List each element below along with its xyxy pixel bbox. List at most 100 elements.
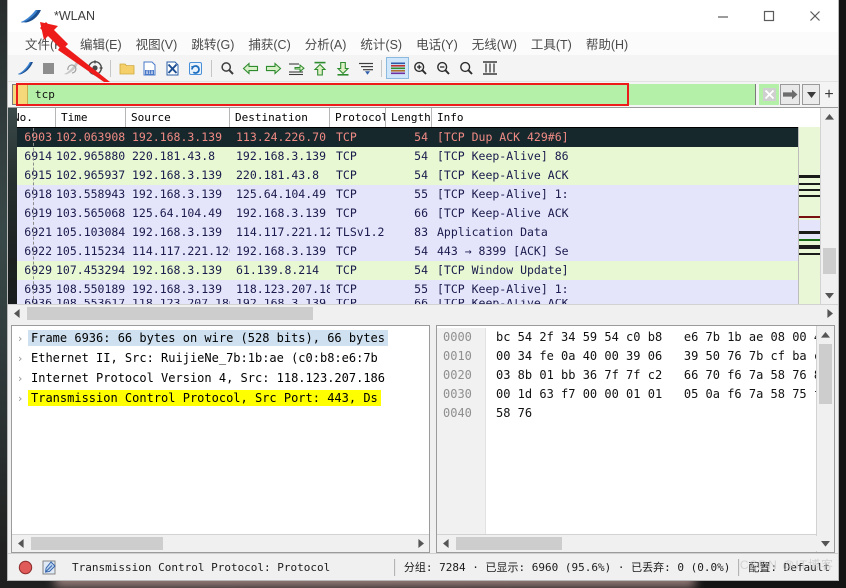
packet-details-pane[interactable]: ›Frame 6936: 66 bytes on wire (528 bits)… [11,325,430,553]
scroll-right-arrow[interactable] [412,535,429,552]
capture-file-comment-icon[interactable] [38,556,60,578]
packet-row[interactable]: 6915102.965937192.168.3.139220.181.43.8T… [8,166,838,185]
menu-capture[interactable]: 捕获(C) [241,34,297,53]
column-header-length[interactable]: Length [386,108,432,127]
maximize-button[interactable] [746,0,792,31]
packet-list-rows[interactable]: 6903102.063908192.168.3.139113.24.226.70… [8,128,838,304]
column-header-destination[interactable]: Destination [230,108,330,127]
menu-help[interactable]: 帮助(H) [579,34,635,53]
menu-analyze[interactable]: 分析(A) [298,34,354,53]
restart-capture-icon[interactable] [60,57,83,79]
hscroll-track[interactable] [25,306,821,321]
hex-line[interactable]: 00 34 fe 0a 40 00 39 06 39 50 76 7b cf b… [496,347,834,366]
go-to-first-icon[interactable] [308,57,331,79]
bytes-horizontal-scrollbar[interactable] [437,534,834,552]
menu-statistics[interactable]: 统计(S) [353,34,409,53]
close-file-icon[interactable] [161,57,184,79]
hscrollbar-thumb[interactable] [27,307,313,320]
intelligent-scrollbar[interactable] [798,127,821,304]
packet-row[interactable]: 6921105.103084192.168.3.139114.117.221.1… [8,223,838,242]
minimize-button[interactable] [700,0,746,31]
zoom-out-icon[interactable] [432,57,455,79]
scroll-left-arrow[interactable] [437,535,454,552]
packet-row[interactable]: 6918103.558943192.168.3.139125.64.104.49… [8,185,838,204]
hex-line[interactable]: 00 1d 63 f7 00 00 01 01 05 0a f6 7a 58 7… [496,385,834,404]
colorize-packets-icon[interactable] [386,57,409,79]
zoom-in-icon[interactable] [409,57,432,79]
hex-line[interactable]: bc 54 2f 34 59 54 c0 b8 e6 7b 1b ae 08 0… [496,328,834,347]
column-header-protocol[interactable]: Protocol [330,108,386,127]
column-header-info[interactable]: Info [432,108,788,127]
hex-line[interactable]: 03 8b 01 bb 36 7f 7f c2 66 70 f6 7a 58 7… [496,366,834,385]
menu-tools[interactable]: 工具(T) [524,34,579,53]
filter-bookmark-icon[interactable] [13,85,28,104]
menu-edit[interactable]: 编辑(E) [73,34,129,53]
auto-scroll-icon[interactable] [354,57,377,79]
hex-line[interactable]: 58 76 [496,404,834,423]
bytes-vertical-scrollbar[interactable] [816,326,834,534]
packet-list-vertical-scrollbar[interactable] [820,108,838,304]
hex-dump[interactable]: 00000010002000300040 bc 54 2f 34 59 54 c… [437,326,834,534]
column-header-time[interactable]: Time [56,108,126,127]
packet-bytes-pane[interactable]: 00000010002000300040 bc 54 2f 34 59 54 c… [436,325,835,553]
go-to-last-icon[interactable] [331,57,354,79]
scroll-up-arrow[interactable] [821,108,838,125]
menu-view[interactable]: 视图(V) [129,34,185,53]
clear-filter-button[interactable] [759,84,779,105]
scrollbar-thumb[interactable] [823,248,836,274]
go-back-icon[interactable] [239,57,262,79]
packet-details-tree[interactable]: ›Frame 6936: 66 bytes on wire (528 bits)… [12,326,429,534]
add-filter-button[interactable]: + [820,84,838,105]
hscroll-track[interactable] [454,536,817,551]
expander-icon[interactable]: › [12,352,28,365]
menu-file[interactable]: 文件(F) [18,34,73,53]
scroll-left-arrow[interactable] [12,535,29,552]
scroll-down-arrow[interactable] [821,287,838,304]
display-filter-bar[interactable] [12,84,756,105]
go-to-packet-icon[interactable] [285,57,308,79]
expert-info-red-icon[interactable] [14,556,36,578]
open-file-icon[interactable] [115,57,138,79]
resize-columns-icon[interactable] [478,57,501,79]
filter-dropdown-button[interactable] [802,84,820,105]
packet-row[interactable]: 6919103.565068125.64.104.49192.168.3.139… [8,204,838,223]
details-horizontal-scrollbar[interactable] [12,534,429,552]
detail-row[interactable]: ›Transmission Control Protocol, Src Port… [12,388,429,408]
expander-icon[interactable]: › [12,392,28,405]
go-forward-icon[interactable] [262,57,285,79]
detail-row[interactable]: ›Internet Protocol Version 4, Src: 118.1… [12,368,429,388]
display-filter-input[interactable] [28,84,755,105]
packet-row[interactable]: 6936108.553617118.123.207.186192.168.3.1… [8,299,838,304]
scrollbar-thumb[interactable] [819,344,832,404]
scroll-up-arrow[interactable] [817,326,834,343]
hex-bytes-column[interactable]: bc 54 2f 34 59 54 c0 b8 e6 7b 1b ae 08 0… [486,328,834,534]
save-file-icon[interactable]: 010 [138,57,161,79]
zoom-reset-icon[interactable] [455,57,478,79]
find-packet-icon[interactable] [216,57,239,79]
scroll-right-arrow[interactable] [821,305,838,322]
hscroll-track[interactable] [29,536,412,551]
packet-row[interactable]: 6903102.063908192.168.3.139113.24.226.70… [8,128,838,147]
hscrollbar-thumb[interactable] [31,537,163,550]
detail-row[interactable]: ›Ethernet II, Src: RuijieNe_7b:1b:ae (c0… [12,348,429,368]
packet-list-pane[interactable]: No. Time Source Destination Protocol Len… [8,107,838,304]
hscrollbar-thumb[interactable] [456,537,562,550]
expander-icon[interactable]: › [12,332,28,345]
expander-icon[interactable]: › [12,372,28,385]
status-profile[interactable]: 配置: Default [748,559,830,575]
packet-row[interactable]: 6914102.965880220.181.43.8192.168.3.139T… [8,147,838,166]
packet-row[interactable]: 6935108.550189192.168.3.139118.123.207.1… [8,280,838,299]
reload-file-icon[interactable] [184,57,207,79]
menu-go[interactable]: 跳转(G) [184,34,241,53]
stop-capture-icon[interactable] [37,57,60,79]
packet-row[interactable]: 6922105.115234114.117.221.120192.168.3.1… [8,242,838,261]
start-capture-icon[interactable] [14,57,37,79]
close-button[interactable] [792,0,838,31]
packet-row[interactable]: 6929107.453294192.168.3.13961.139.8.214T… [8,261,838,280]
detail-row[interactable]: ›Frame 6936: 66 bytes on wire (528 bits)… [12,328,429,348]
menu-telephony[interactable]: 电话(Y) [409,34,465,53]
scroll-left-arrow[interactable] [8,305,25,322]
packet-list-horizontal-scrollbar[interactable] [8,304,838,322]
apply-filter-button[interactable] [780,84,800,105]
capture-options-icon[interactable] [83,57,106,79]
